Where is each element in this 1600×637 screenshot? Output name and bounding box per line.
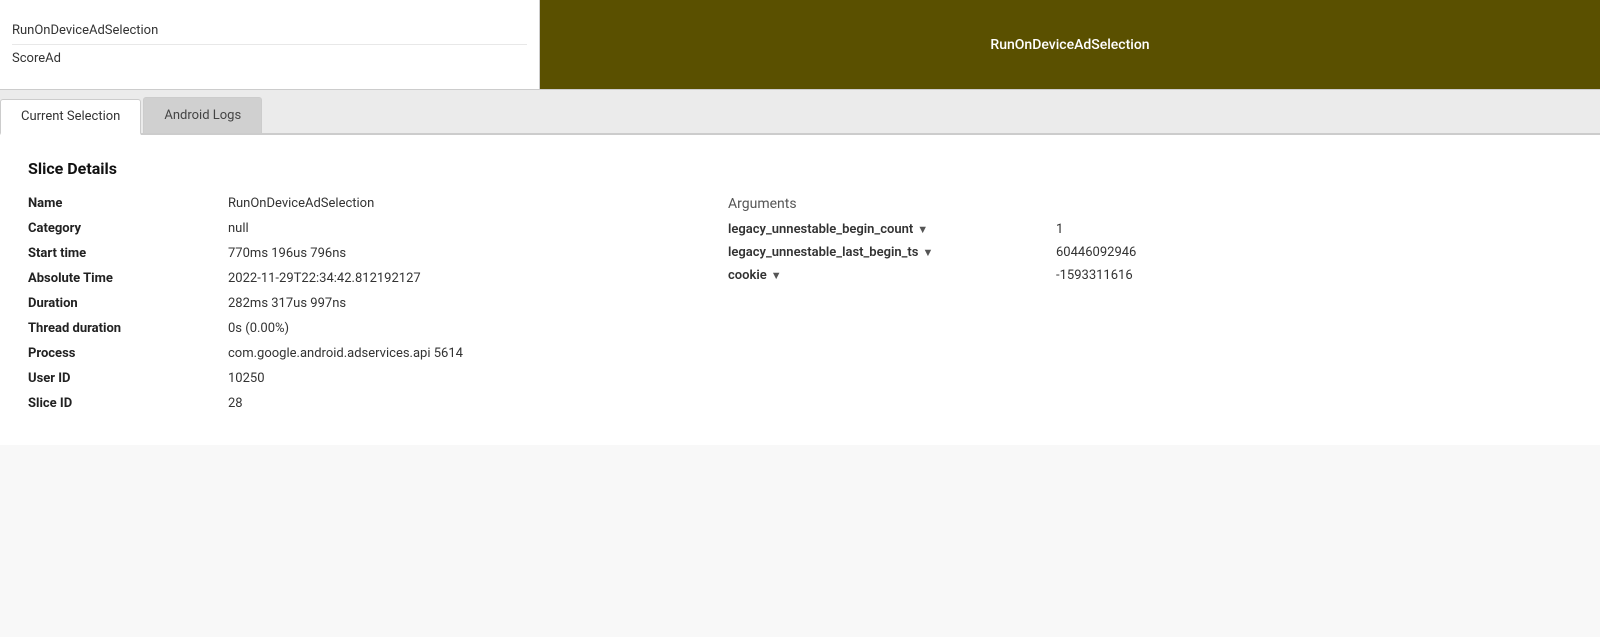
- field-row-thread-duration: Thread duration 0s (0.00%): [28, 321, 668, 336]
- dropdown-icon-2[interactable]: ▼: [771, 269, 782, 282]
- value-name: RunOnDeviceAdSelection: [228, 196, 374, 211]
- field-row-absolute-time: Absolute Time 2022-11-29T22:34:42.812192…: [28, 271, 668, 286]
- content-area: Slice Details Name RunOnDeviceAdSelectio…: [0, 135, 1600, 445]
- arg-row-2: cookie ▼ -1593311616: [728, 268, 1572, 283]
- arg-value-1: 60446092946: [1056, 245, 1136, 260]
- value-duration: 282ms 317us 997ns: [228, 296, 346, 311]
- label-absolute-time: Absolute Time: [28, 271, 228, 286]
- arg-row-1: legacy_unnestable_last_begin_ts ▼ 604460…: [728, 245, 1572, 260]
- label-thread-duration: Thread duration: [28, 321, 228, 336]
- field-row-slice-id: Slice ID 28: [28, 396, 668, 411]
- arg-value-2: -1593311616: [1056, 268, 1133, 283]
- arg-name-0[interactable]: legacy_unnestable_begin_count ▼: [728, 222, 1048, 237]
- value-category: null: [228, 221, 249, 236]
- field-row-process: Process com.google.android.adservices.ap…: [28, 346, 668, 361]
- top-bar-row-2: ScoreAd: [12, 45, 527, 72]
- field-row-name: Name RunOnDeviceAdSelection: [28, 196, 668, 211]
- top-bar: RunOnDeviceAdSelection ScoreAd RunOnDevi…: [0, 0, 1600, 90]
- dropdown-icon-0[interactable]: ▼: [917, 223, 928, 236]
- label-process: Process: [28, 346, 228, 361]
- value-user-id: 10250: [228, 371, 265, 386]
- arg-name-1[interactable]: legacy_unnestable_last_begin_ts ▼: [728, 245, 1048, 260]
- arg-name-text-1: legacy_unnestable_last_begin_ts: [728, 245, 919, 260]
- field-row-duration: Duration 282ms 317us 997ns: [28, 296, 668, 311]
- label-slice-id: Slice ID: [28, 396, 228, 411]
- field-row-category: Category null: [28, 221, 668, 236]
- arg-row-0: legacy_unnestable_begin_count ▼ 1: [728, 222, 1572, 237]
- label-name: Name: [28, 196, 228, 211]
- left-details: Name RunOnDeviceAdSelection Category nul…: [28, 196, 668, 421]
- value-absolute-time: 2022-11-29T22:34:42.812192127: [228, 271, 421, 286]
- section-title: Slice Details: [28, 159, 1572, 178]
- arg-value-0: 1: [1056, 222, 1063, 237]
- label-category: Category: [28, 221, 228, 236]
- trace-header: RunOnDeviceAdSelection: [540, 0, 1600, 89]
- tab-android-logs[interactable]: Android Logs: [143, 97, 262, 133]
- value-process: com.google.android.adservices.api 5614: [228, 346, 463, 361]
- arg-name-text-2: cookie: [728, 268, 767, 283]
- arg-name-2[interactable]: cookie ▼: [728, 268, 1048, 283]
- value-start-time: 770ms 196us 796ns: [228, 246, 346, 261]
- tabs-bar: Current Selection Android Logs: [0, 90, 1600, 135]
- field-row-start-time: Start time 770ms 196us 796ns: [28, 246, 668, 261]
- arguments-title: Arguments: [728, 196, 1572, 212]
- tab-current-selection[interactable]: Current Selection: [0, 99, 141, 135]
- top-bar-row-1: RunOnDeviceAdSelection: [12, 17, 527, 45]
- value-thread-duration: 0s (0.00%): [228, 321, 289, 336]
- top-bar-right: RunOnDeviceAdSelection: [540, 0, 1600, 89]
- content-inner: Name RunOnDeviceAdSelection Category nul…: [28, 196, 1572, 421]
- label-duration: Duration: [28, 296, 228, 311]
- arg-name-text-0: legacy_unnestable_begin_count: [728, 222, 913, 237]
- top-bar-left: RunOnDeviceAdSelection ScoreAd: [0, 0, 540, 89]
- field-row-user-id: User ID 10250: [28, 371, 668, 386]
- label-user-id: User ID: [28, 371, 228, 386]
- dropdown-icon-1[interactable]: ▼: [923, 246, 934, 259]
- right-details: Arguments legacy_unnestable_begin_count …: [668, 196, 1572, 421]
- value-slice-id: 28: [228, 396, 243, 411]
- label-start-time: Start time: [28, 246, 228, 261]
